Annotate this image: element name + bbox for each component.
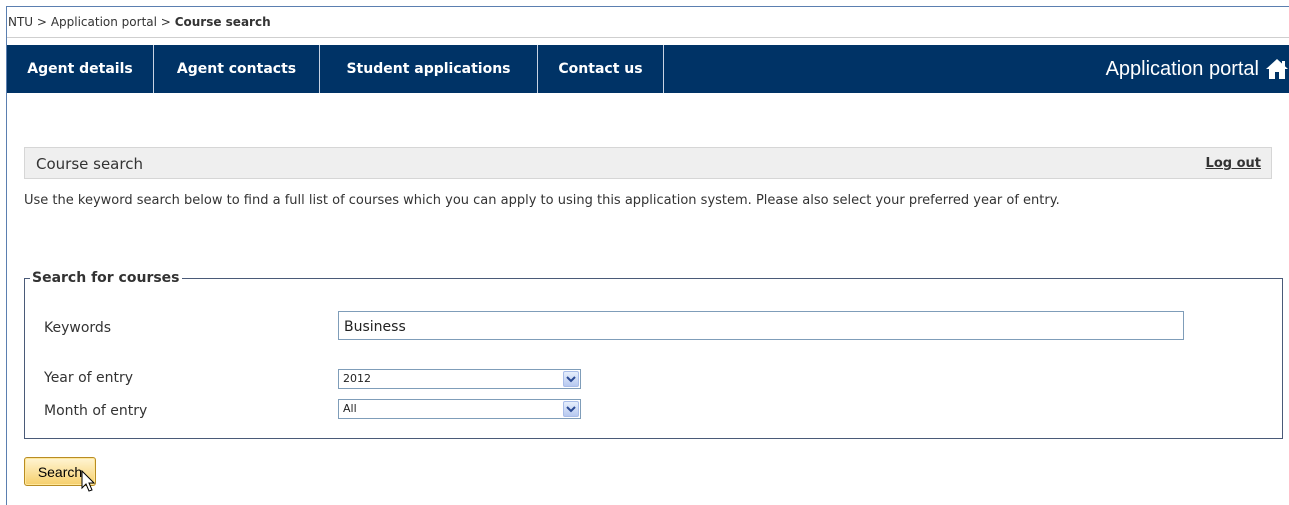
month-of-entry-label: Month of entry bbox=[44, 403, 148, 419]
breadcrumb-current: Course search bbox=[174, 15, 271, 29]
fieldset-legend: Search for courses bbox=[30, 270, 182, 286]
keywords-input[interactable] bbox=[338, 311, 1184, 340]
logout-link[interactable]: Log out bbox=[1206, 148, 1261, 180]
breadcrumb-item-application-portal[interactable]: Application portal bbox=[51, 15, 157, 29]
search-fieldset: Search for courses Keywords Year of entr… bbox=[24, 270, 1283, 439]
chevron-down-icon-glyph bbox=[566, 406, 576, 413]
section-header: Course search Log out bbox=[24, 147, 1272, 179]
intro-text: Use the keyword search below to find a f… bbox=[24, 193, 1060, 208]
chevron-down-icon[interactable] bbox=[563, 371, 579, 387]
breadcrumb-item-ntu[interactable]: NTU bbox=[8, 15, 33, 29]
page-frame: NTU > Application portal > Course search… bbox=[6, 6, 1289, 505]
month-of-entry-value: All bbox=[343, 402, 357, 415]
breadcrumb-separator: > bbox=[160, 15, 171, 29]
chevron-down-icon[interactable] bbox=[563, 401, 579, 417]
nav-item-contact-us[interactable]: Contact us bbox=[538, 45, 664, 93]
keywords-label: Keywords bbox=[44, 320, 112, 336]
nav-item-student-applications[interactable]: Student applications bbox=[320, 45, 538, 93]
nav-item-agent-details[interactable]: Agent details bbox=[7, 45, 154, 93]
main-nav: Agent details Agent contacts Student app… bbox=[7, 45, 1289, 93]
nav-item-agent-contacts[interactable]: Agent contacts bbox=[154, 45, 320, 93]
breadcrumb: NTU > Application portal > Course search bbox=[7, 7, 1289, 38]
breadcrumb-separator: > bbox=[36, 15, 47, 29]
mouse-cursor-icon bbox=[81, 470, 96, 492]
year-of-entry-value: 2012 bbox=[343, 372, 371, 385]
portal-title[interactable]: Application portal bbox=[1106, 45, 1289, 93]
year-of-entry-label: Year of entry bbox=[44, 370, 134, 386]
month-of-entry-select[interactable]: All bbox=[338, 399, 581, 419]
home-icon bbox=[1266, 59, 1288, 79]
portal-title-text: Application portal bbox=[1105, 58, 1259, 80]
year-of-entry-select[interactable]: 2012 bbox=[338, 369, 581, 389]
section-title: Course search bbox=[36, 155, 143, 173]
chevron-down-icon-glyph bbox=[566, 376, 576, 383]
